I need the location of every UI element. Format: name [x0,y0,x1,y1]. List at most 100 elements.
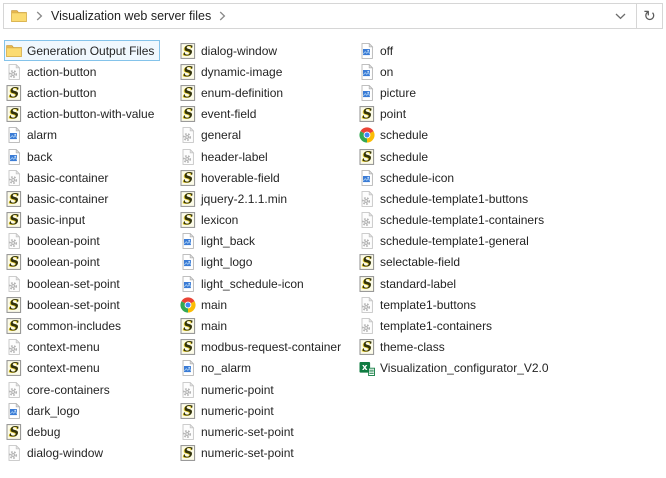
refresh-button[interactable]: ↻ [637,3,663,29]
file-item[interactable]: schedule-icon [357,167,460,188]
file-item[interactable]: standard-label [357,273,462,294]
chrome-html-icon [180,297,196,313]
image-file-icon [359,43,375,59]
image-file-icon [180,276,196,292]
file-item[interactable]: alarm [4,125,63,146]
file-item[interactable]: debug [4,421,66,442]
file-label: action-button [27,85,96,101]
file-item[interactable]: dynamic-image [178,61,288,82]
file-item[interactable]: on [357,61,399,82]
file-item[interactable]: picture [357,82,422,103]
script-file-icon [180,170,196,186]
file-item[interactable]: theme-class [357,337,451,358]
file-item[interactable]: boolean-set-point [4,294,126,315]
gear-file-icon [180,149,196,165]
breadcrumb-segment[interactable]: Visualization web server files [49,9,213,23]
file-item[interactable]: hoverable-field [178,167,286,188]
file-item[interactable]: back [4,146,58,167]
file-item[interactable]: modbus-request-container [178,337,347,358]
gear-file-icon [180,382,196,398]
file-item[interactable]: basic-container [4,167,114,188]
file-label: standard-label [380,276,456,292]
file-item[interactable]: numeric-point [178,379,280,400]
file-item[interactable]: schedule-template1-containers [357,210,550,231]
file-item[interactable]: header-label [178,146,274,167]
image-file-icon [359,64,375,80]
file-label: schedule [380,127,428,143]
file-item[interactable]: context-menu [4,337,106,358]
file-item[interactable]: lexicon [178,210,244,231]
file-label: schedule-icon [380,170,454,186]
file-label: core-containers [27,382,110,398]
file-item[interactable]: selectable-field [357,252,466,273]
file-item[interactable]: action-button [4,61,102,82]
file-item[interactable]: schedule [357,146,434,167]
file-item[interactable]: schedule-template1-general [357,231,535,252]
file-label: schedule-template1-containers [380,212,544,228]
file-item[interactable]: light_logo [178,252,258,273]
file-item[interactable]: main [178,294,233,315]
file-item[interactable]: dark_logo [4,400,86,421]
file-label: alarm [27,127,57,143]
script-file-icon [180,85,196,101]
script-file-icon [359,149,375,165]
excel-workbook-icon [359,360,375,376]
file-label: main [201,297,227,313]
file-item[interactable]: off [357,40,399,61]
script-file-icon [180,191,196,207]
file-item[interactable]: action-button [4,82,102,103]
file-item[interactable]: action-button-with-value [4,104,160,125]
file-label: point [380,106,406,122]
file-item[interactable]: general [178,125,247,146]
file-item[interactable]: schedule [357,125,434,146]
script-file-icon [180,445,196,461]
file-item[interactable]: dialog-window [4,443,109,464]
file-item[interactable]: basic-input [4,210,91,231]
image-file-icon [180,254,196,270]
image-file-icon [180,360,196,376]
file-item[interactable]: light_back [178,231,261,252]
file-label: main [201,318,227,334]
script-file-icon [180,212,196,228]
file-item[interactable]: dialog-window [178,40,283,61]
file-item[interactable]: boolean-point [4,231,106,252]
file-item[interactable]: context-menu [4,358,106,379]
chevron-right-icon [30,11,49,21]
file-item[interactable]: template1-buttons [357,294,482,315]
file-item[interactable]: boolean-set-point [4,273,126,294]
file-item[interactable]: numeric-set-point [178,421,300,442]
folder-icon[interactable] [8,8,30,24]
file-item[interactable]: schedule-template1-buttons [357,188,534,209]
file-item[interactable]: jquery-2.1.1.min [178,188,293,209]
chevron-down-icon[interactable] [608,4,632,28]
file-item[interactable]: no_alarm [178,358,257,379]
file-item[interactable]: enum-definition [178,82,289,103]
address-bar[interactable]: Visualization web server files [3,3,637,29]
file-item[interactable]: light_schedule-icon [178,273,310,294]
file-item[interactable]: Visualization_configurator_V2.0 [357,358,555,379]
file-item[interactable]: numeric-point [178,400,280,421]
file-label: debug [27,424,60,440]
file-item[interactable]: common-includes [4,315,127,336]
gear-file-icon [6,382,22,398]
file-item[interactable]: Generation Output Files [4,40,160,61]
file-item[interactable]: template1-containers [357,315,498,336]
file-label: modbus-request-container [201,339,341,355]
file-label: light_logo [201,254,252,270]
file-item[interactable]: main [178,315,233,336]
script-file-icon [6,106,22,122]
explorer-topbar: Visualization web server files ↻ [3,3,663,29]
file-item[interactable]: numeric-set-point [178,443,300,464]
file-item[interactable]: boolean-point [4,252,106,273]
script-file-icon [359,276,375,292]
file-label: dialog-window [27,445,103,461]
file-label: context-menu [27,339,100,355]
file-item[interactable]: event-field [178,104,262,125]
file-label: numeric-set-point [201,445,294,461]
file-item[interactable]: point [357,104,412,125]
file-label: boolean-set-point [27,276,120,292]
file-item[interactable]: core-containers [4,379,116,400]
gear-file-icon [180,424,196,440]
file-item[interactable]: basic-container [4,188,114,209]
chevron-right-icon[interactable] [213,11,232,21]
